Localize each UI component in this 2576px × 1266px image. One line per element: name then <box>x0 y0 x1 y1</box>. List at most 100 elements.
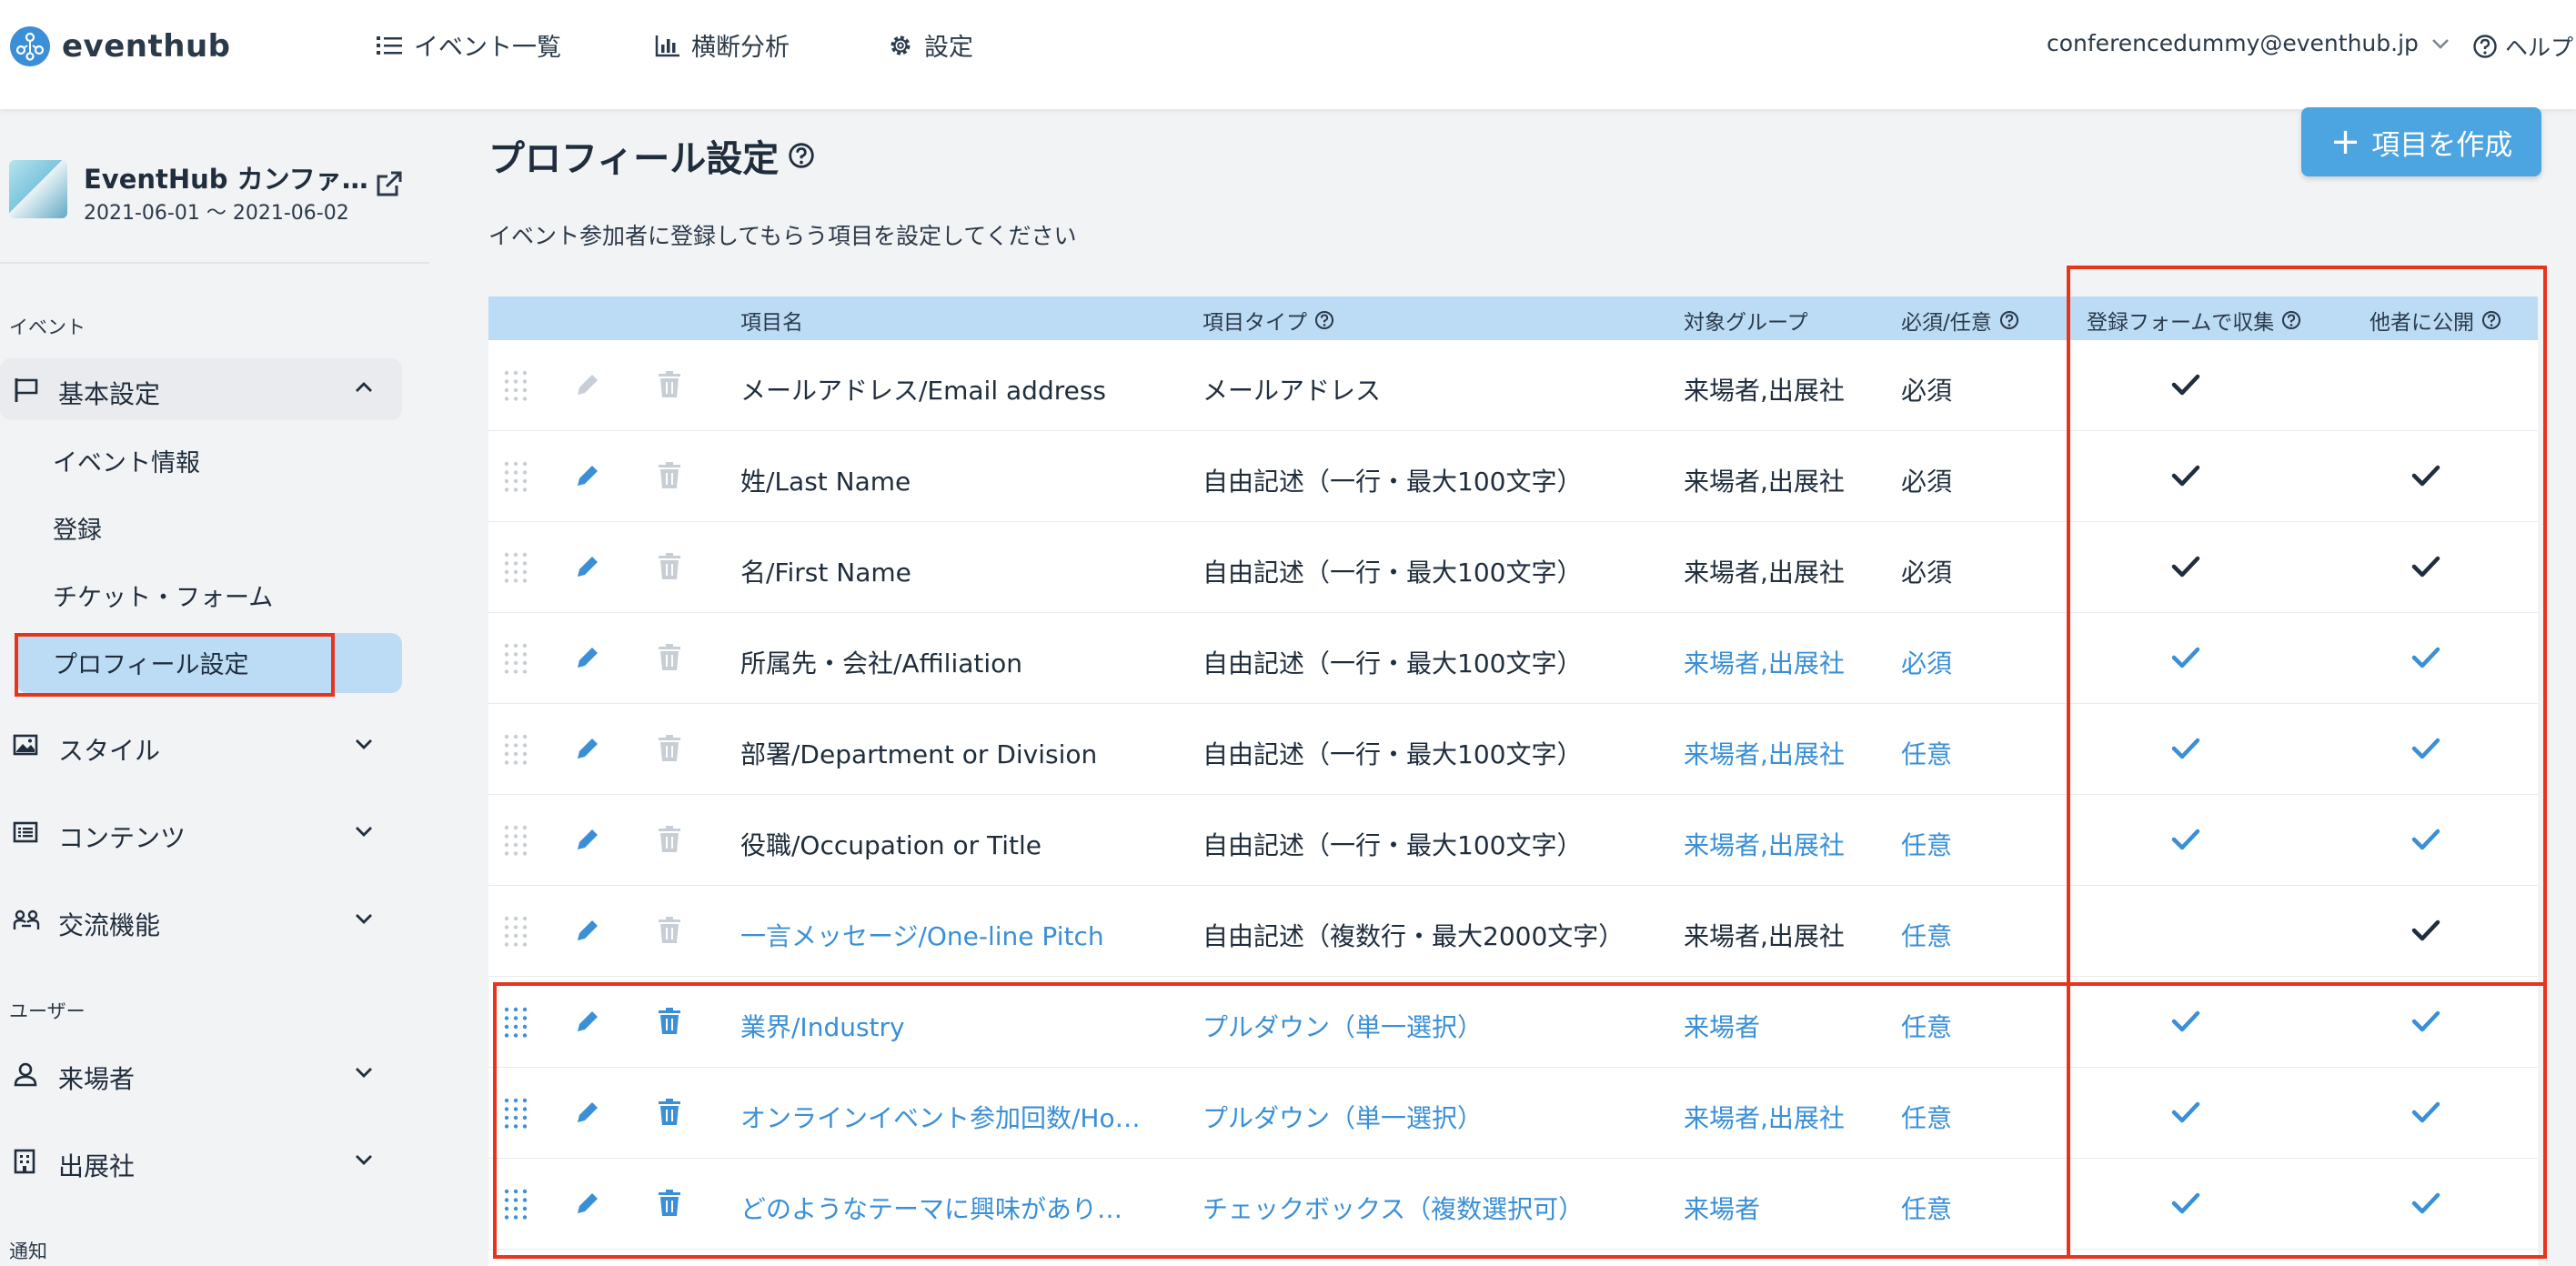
question-circle-icon[interactable] <box>1314 310 1334 330</box>
cell-required[interactable]: 任意 <box>1901 917 1952 953</box>
trash-icon <box>659 826 680 852</box>
sidebar-annotation-box <box>15 633 335 697</box>
app-logo-text: eventhub <box>62 28 231 65</box>
bar-chart-icon <box>655 35 679 56</box>
chevron-down-icon <box>356 739 372 749</box>
event-name: EventHub カンファ… <box>84 164 368 195</box>
list-icon <box>377 35 402 55</box>
chevron-down-icon <box>356 914 372 924</box>
cell-type: 自由記述（一行・最大100文字） <box>1202 648 1583 678</box>
cell-group: 来場者,出展社 <box>1684 467 1845 497</box>
help-label: ヘルプ <box>2505 35 2574 61</box>
image-icon <box>13 734 38 756</box>
cell-required[interactable]: 任意 <box>1901 735 1952 771</box>
sidebar-item-style-label: スタイル <box>58 736 161 766</box>
edit-pencil-icon[interactable] <box>572 642 603 673</box>
cell-group[interactable]: 来場者,出展社 <box>1684 644 1845 680</box>
cell-type: 自由記述（一行・最大100文字） <box>1202 467 1583 497</box>
drag-handle-icon[interactable] <box>503 824 532 857</box>
sidebar-item-exhibitors-label: 出展社 <box>58 1151 136 1181</box>
page-title-text: プロフィール設定 <box>488 138 780 180</box>
edit-pencil-icon[interactable] <box>572 824 603 855</box>
sidebar-item-networking-label: 交流機能 <box>58 910 161 940</box>
trash-icon <box>659 553 680 579</box>
event-dates: 2021-06-01 ～ 2021-06-02 <box>84 202 349 225</box>
sidebar-item-exhibitors[interactable]: 出展社 <box>0 1130 402 1192</box>
cell-type: 自由記述（複数行・最大2000文字） <box>1202 921 1625 951</box>
edit-pencil-icon <box>578 375 598 395</box>
cell-required: 必須 <box>1901 558 1953 588</box>
question-circle-icon <box>2473 35 2497 58</box>
cell-name[interactable]: 一言メッセージ/One-line Pitch <box>740 917 1104 953</box>
sidebar-item-networking[interactable]: 交流機能 <box>0 889 402 951</box>
chevron-up-icon <box>356 382 372 392</box>
user-email: conferencedummy@eventhub.jp <box>2047 30 2419 56</box>
cell-type: 自由記述（一行・最大100文字） <box>1202 739 1583 769</box>
drag-handle-icon[interactable] <box>503 551 532 584</box>
cell-group[interactable]: 来場者,出展社 <box>1684 826 1845 862</box>
drag-handle-icon[interactable] <box>503 915 532 948</box>
sidebar-section-notify: 通知 <box>9 1241 47 1262</box>
question-circle-icon[interactable] <box>788 142 815 169</box>
sidebar-item-contents-label: コンテンツ <box>58 823 186 853</box>
page-title: プロフィール設定 <box>488 129 815 182</box>
cell-name: 姓/Last Name <box>740 467 911 497</box>
app-logo[interactable]: eventhub <box>9 25 231 67</box>
sidebar-subitem-event-info[interactable]: イベント情報 <box>53 443 200 478</box>
drag-handle-icon[interactable] <box>503 460 532 493</box>
edit-pencil-icon[interactable] <box>572 460 603 491</box>
cell-name: 所属先・会社/Affiliation <box>740 648 1023 678</box>
th-required-label: 必須/任意 <box>1901 311 1992 335</box>
trash-icon <box>659 462 680 488</box>
building-icon <box>14 1149 35 1174</box>
cell-group: 来場者,出展社 <box>1684 921 1845 951</box>
sidebar-item-contents[interactable]: コンテンツ <box>0 802 402 864</box>
cell-required[interactable]: 任意 <box>1901 826 1952 862</box>
user-account-menu[interactable]: conferencedummy@eventhub.jp <box>2047 30 2451 56</box>
th-required: 必須/任意 <box>1901 305 2019 336</box>
edit-pencil-icon[interactable] <box>572 733 603 764</box>
sidebar-subitem-registration[interactable]: 登録 <box>53 510 102 546</box>
sidebar-divider <box>0 262 429 264</box>
plus-icon: + <box>2329 121 2361 163</box>
nav-event-list[interactable]: イベント一覧 <box>376 27 561 63</box>
drag-handle-icon[interactable] <box>503 369 532 402</box>
sidebar-section-user: ユーザー <box>9 1000 86 1022</box>
nav-settings[interactable]: 設定 <box>888 27 973 63</box>
nav-event-list-label: イベント一覧 <box>414 34 561 62</box>
sidebar-item-style[interactable]: スタイル <box>0 715 402 777</box>
flag-icon <box>15 378 38 402</box>
help-link[interactable]: ヘルプ <box>2472 30 2573 63</box>
trash-icon <box>659 735 680 761</box>
external-link-icon[interactable] <box>373 169 404 200</box>
sidebar-item-visitors[interactable]: 来場者 <box>0 1043 402 1105</box>
create-item-button[interactable]: + 項目を作成 <box>2301 107 2541 176</box>
chevron-down-icon <box>2431 38 2449 49</box>
chevron-down-icon <box>356 827 372 837</box>
trash-icon <box>659 917 680 943</box>
nav-settings-label: 設定 <box>924 34 973 62</box>
cell-name: メールアドレス/Email address <box>740 376 1107 406</box>
cell-required: 必須 <box>1901 467 1953 497</box>
cell-group[interactable]: 来場者,出展社 <box>1684 735 1845 771</box>
sidebar-item-basic-settings-label: 基本設定 <box>58 379 161 409</box>
drag-handle-icon[interactable] <box>503 642 532 675</box>
sidebar-item-basic-settings[interactable]: 基本設定 <box>0 358 402 420</box>
cell-type: 自由記述（一行・最大100文字） <box>1202 558 1583 588</box>
question-circle-icon[interactable] <box>1999 310 2019 330</box>
sidebar-item-visitors-label: 来場者 <box>58 1064 136 1094</box>
list-box-icon <box>13 821 38 843</box>
cell-required[interactable]: 必須 <box>1901 644 1952 680</box>
chevron-down-icon <box>356 1155 372 1165</box>
edit-pencil-icon[interactable] <box>572 551 603 582</box>
edit-pencil-icon[interactable] <box>572 915 603 946</box>
gear-icon <box>891 35 911 55</box>
cell-required: 必須 <box>1901 376 1953 406</box>
trash-icon <box>659 644 680 670</box>
sidebar-subitem-ticket-form[interactable]: チケット・フォーム <box>53 578 273 613</box>
drag-handle-icon[interactable] <box>503 733 532 766</box>
nav-cross-analysis[interactable]: 横断分析 <box>655 27 790 63</box>
th-type: 項目タイプ <box>1202 305 1334 336</box>
cell-group: 来場者,出展社 <box>1684 558 1845 588</box>
cell-name: 部署/Department or Division <box>740 739 1098 769</box>
